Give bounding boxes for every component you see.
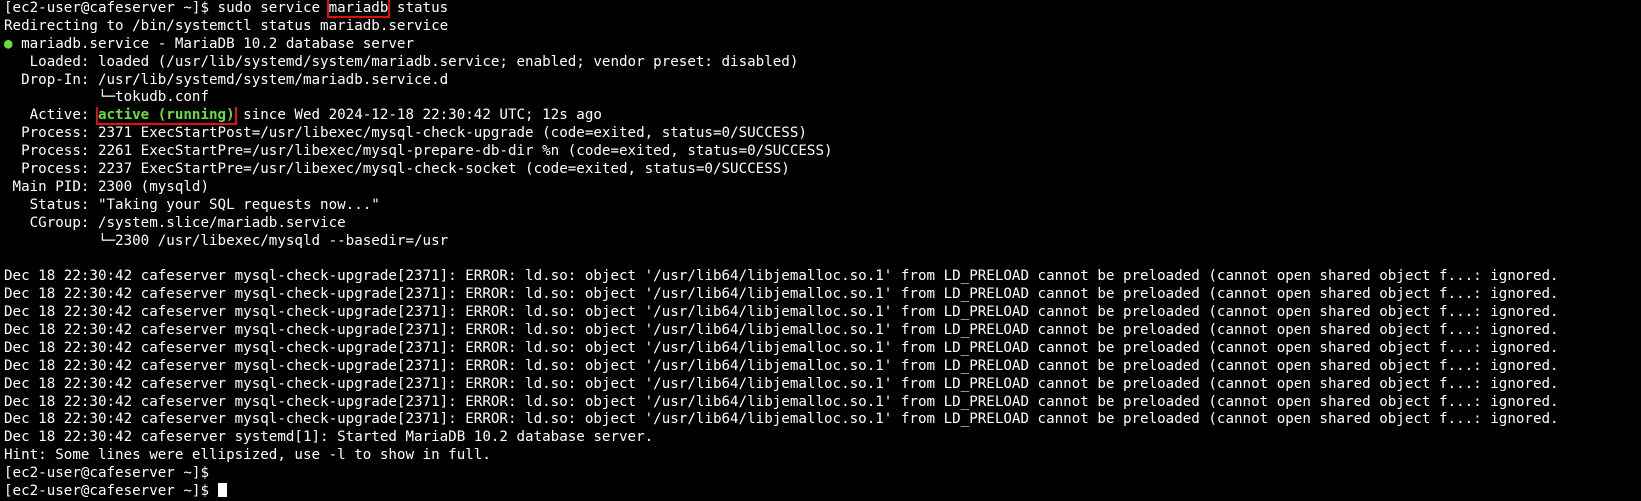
active-state-highlight: active (running) <box>95 107 237 126</box>
prompt-line: [ec2-user@cafeserver ~]$ <box>4 465 209 482</box>
log-line: Dec 18 22:30:42 cafeserver mysql-check-u… <box>4 375 1559 392</box>
shell-prompt: [ec2-user@cafeserver ~]$ <box>4 0 218 16</box>
hint-line: Hint: Some lines were ellipsized, use -l… <box>4 447 491 464</box>
cgroup-line: CGroup: /system.slice/mariadb.service <box>4 214 346 231</box>
log-line: Dec 18 22:30:42 cafeserver mysql-check-u… <box>4 393 1559 410</box>
loaded-line: Loaded: loaded (/usr/lib/systemd/system/… <box>4 53 799 70</box>
log-line: Dec 18 22:30:42 cafeserver systemd[1]: S… <box>4 429 654 446</box>
dropin-line: Drop-In: /usr/lib/systemd/system/mariadb… <box>4 71 449 88</box>
status-line: Status: "Taking your SQL requests now...… <box>4 196 380 213</box>
command-text: sudo service <box>217 0 329 16</box>
active-line: Active: active (running) since Wed 2024-… <box>4 107 1641 126</box>
log-line: Dec 18 22:30:42 cafeserver mysql-check-u… <box>4 304 1559 321</box>
unit-title: mariadb.service - MariaDB 10.2 database … <box>12 35 415 52</box>
log-line: Dec 18 22:30:42 cafeserver mysql-check-u… <box>4 411 1559 428</box>
log-line: Dec 18 22:30:42 cafeserver mysql-check-u… <box>4 339 1559 356</box>
process-line: Process: 2261 ExecStartPre=/usr/libexec/… <box>4 143 833 160</box>
log-line: Dec 18 22:30:42 cafeserver mysql-check-u… <box>4 322 1559 339</box>
unit-title-line: ● mariadb.service - MariaDB 10.2 databas… <box>4 36 1641 54</box>
active-prompt-line[interactable]: [ec2-user@cafeserver ~]$ <box>4 483 1641 501</box>
main-pid-line: Main PID: 2300 (mysqld) <box>4 178 209 195</box>
status-dot-icon: ● <box>4 35 13 52</box>
active-since: since Wed 2024-12-18 22:30:42 UTC; 12s a… <box>234 107 602 124</box>
process-line: Process: 2371 ExecStartPost=/usr/libexec… <box>4 125 807 142</box>
log-line: Dec 18 22:30:42 cafeserver mysql-check-u… <box>4 268 1559 285</box>
command-args: status <box>388 0 449 16</box>
redirect-line: Redirecting to /bin/systemctl status mar… <box>4 17 449 34</box>
terminal-window[interactable]: [ec2-user@cafeserver ~]$ sudo service ma… <box>0 0 1641 500</box>
log-line: Dec 18 22:30:42 cafeserver mysql-check-u… <box>4 357 1559 374</box>
active-label: Active: <box>4 107 98 124</box>
command-line: [ec2-user@cafeserver ~]$ sudo service ma… <box>4 0 1641 18</box>
cgroup-child-line: └─2300 /usr/libexec/mysqld --basedir=/us… <box>4 232 449 249</box>
shell-prompt: [ec2-user@cafeserver ~]$ <box>4 483 218 500</box>
dropin-file-line: └─tokudb.conf <box>4 89 209 106</box>
service-name-highlight: mariadb <box>326 0 391 18</box>
process-line: Process: 2237 ExecStartPre=/usr/libexec/… <box>4 161 790 178</box>
cursor-icon <box>217 483 227 498</box>
log-line: Dec 18 22:30:42 cafeserver mysql-check-u… <box>4 286 1559 303</box>
